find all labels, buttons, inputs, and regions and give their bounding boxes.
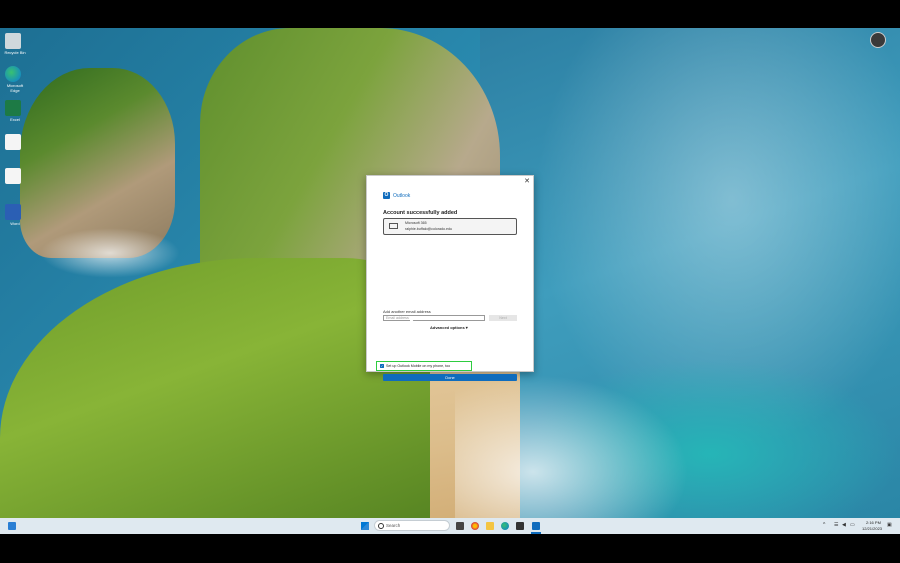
desktop-icon-label: Microsoft Edge [6,83,24,93]
search-label: Search [386,523,401,528]
add-email-label: Add another email address [383,309,431,314]
email-input[interactable] [383,315,485,321]
excel-icon[interactable] [5,100,21,116]
added-account-card: Microsoft 365 ralphie.buffalo@colorado.e… [383,218,517,235]
wifi-icon[interactable]: ☰ [834,522,838,528]
wallpaper-foam [40,228,180,278]
desktop: Recycle Bin Microsoft Edge Excel Word ✕ … [0,28,900,518]
active-app-indicator [531,532,541,534]
file-manager-icon[interactable] [456,522,464,530]
clock-time[interactable]: 2:16 PM [866,520,881,525]
file-icon[interactable] [5,134,21,150]
recycle-bin-icon[interactable] [5,33,21,49]
chrome-icon[interactable] [471,522,479,530]
battery-icon[interactable]: ▭ [850,522,855,528]
desktop-icon-label: Word [10,221,20,226]
speaker-icon[interactable]: ◀ [842,522,846,528]
wallpaper-surf [455,358,715,518]
edge-icon[interactable] [5,66,21,82]
widgets-icon[interactable] [8,522,16,530]
desktop-icon-label: Recycle Bin [4,50,26,55]
checkbox-checked-icon[interactable]: ✓ [380,364,384,368]
mouse-cursor-icon [410,318,414,323]
taskbar-search[interactable]: Search [374,520,450,531]
mail-icon [389,223,398,229]
file-icon[interactable] [5,168,21,184]
clock-date[interactable]: 12/21/2023 [862,526,882,531]
edge-icon[interactable] [501,522,509,530]
desktop-icon-label: Excel [10,117,20,122]
account-email: ralphie.buffalo@colorado.edu [405,227,452,231]
account-type: Microsoft 365 [405,221,427,225]
notification-icon[interactable]: ▣ [887,522,892,528]
file-explorer-icon[interactable] [486,522,494,530]
search-icon [378,522,384,529]
done-button[interactable]: Done [383,374,517,381]
app-shortcut-icon[interactable] [870,32,886,48]
advanced-options-link[interactable]: Advanced options ▾ [430,325,468,330]
next-button[interactable]: Next [489,315,517,321]
close-icon[interactable]: ✕ [524,177,530,185]
taskbar: Search ^ ☰ ◀ ▭ 2:16 PM 12/21/2023 ▣ [0,518,900,534]
outlook-logo-icon: O [383,192,390,199]
outlook-account-dialog: ✕ O Outlook Account successfully added M… [366,175,534,381]
chevron-up-icon[interactable]: ^ [823,522,825,528]
start-button[interactable] [361,522,369,530]
dialog-title: Account successfully added [383,210,458,216]
outlook-mobile-option[interactable]: ✓ Set up Outlook Mobile on my phone, too [376,361,472,371]
outlook-mobile-label: Set up Outlook Mobile on my phone, too [386,364,451,368]
outlook-brand: O Outlook [383,192,410,199]
outlook-icon[interactable] [532,522,540,530]
store-icon[interactable] [516,522,524,530]
brand-name: Outlook [393,192,411,199]
word-icon[interactable] [5,204,21,220]
